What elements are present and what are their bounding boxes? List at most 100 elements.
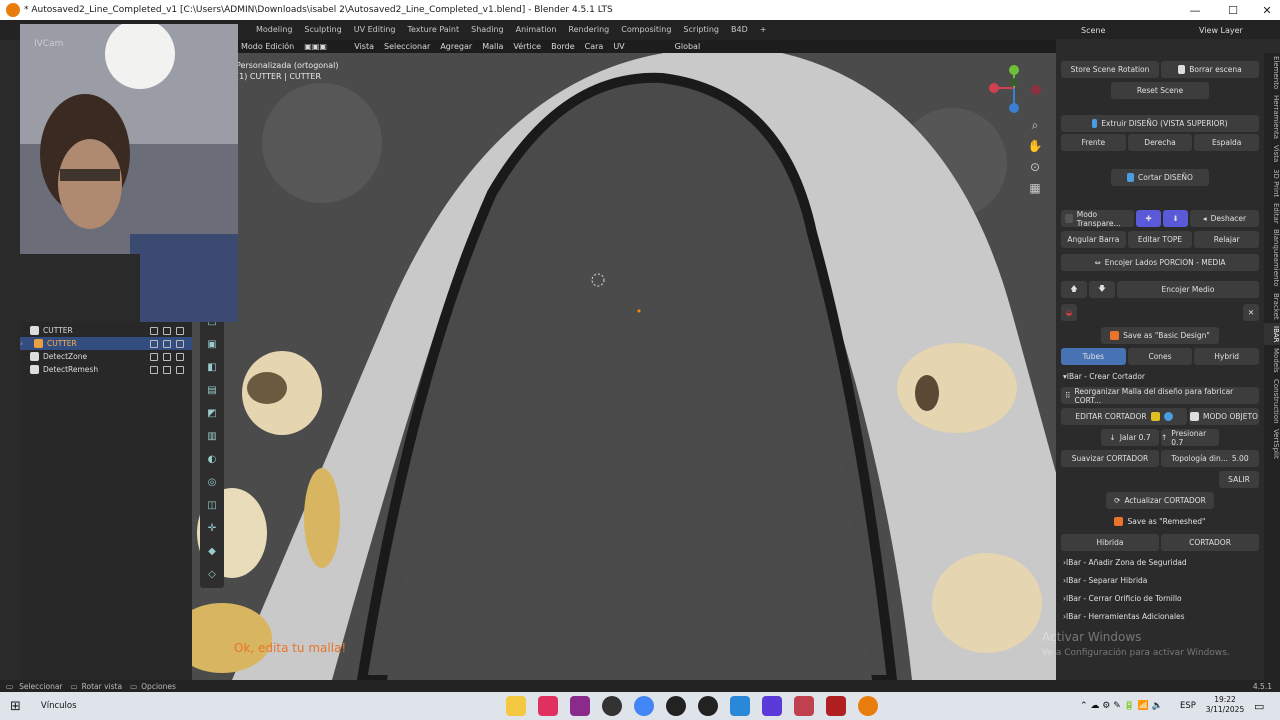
modo-transparente-toggle[interactable]: Modo Transpare... [1061, 210, 1134, 228]
checkbox-icon[interactable] [150, 352, 158, 361]
tab-herramienta[interactable]: Herramienta [1264, 92, 1280, 142]
workspace-tab[interactable]: B4D [725, 20, 754, 40]
menu-vista[interactable]: Vista [349, 42, 379, 51]
view-layer-selector[interactable]: View Layer [1199, 26, 1243, 35]
file-explorer-icon[interactable] [506, 696, 526, 716]
tab-editar[interactable]: Editar [1264, 200, 1280, 227]
system-tray-icons[interactable]: ⌃ ☁ ⚙ ✎ 🔋 📶 🔈 [1080, 701, 1163, 711]
extruir-button[interactable]: Extruir DISEÑO (VISTA SUPERIOR) [1061, 115, 1259, 132]
arrow-down-icon[interactable]: 🡇 [1089, 281, 1115, 298]
smooth-tool-icon[interactable]: ◫ [202, 495, 222, 515]
outliner-item-selected[interactable]: › CUTTER [20, 337, 192, 350]
scene-selector[interactable]: Scene [1081, 26, 1105, 35]
add-workspace-button[interactable]: + [754, 20, 773, 40]
eye-icon[interactable] [163, 339, 171, 348]
tab-blanqueamiento[interactable]: Blanqueamiento [1264, 226, 1280, 289]
maximize-button[interactable]: ☐ [1216, 0, 1250, 20]
chevron-right-icon[interactable]: › [20, 339, 34, 348]
workspace-tab[interactable]: Rendering [562, 20, 615, 40]
tab-vista[interactable]: Vista [1264, 142, 1280, 165]
app-icon[interactable] [666, 696, 686, 716]
minimize-button[interactable]: — [1178, 0, 1212, 20]
app-icon[interactable] [762, 696, 782, 716]
cube-tool-icon[interactable]: ▣ [202, 334, 222, 354]
notifications-icon[interactable]: ▭ [1254, 700, 1264, 713]
actualizar-cortador-button[interactable]: ⟳ Actualizar CORTADOR [1106, 492, 1214, 509]
tab-vertsplit[interactable]: VertSplit [1264, 426, 1280, 462]
zoom-icon[interactable]: ⌕ [1026, 118, 1044, 136]
reorganizar-button[interactable]: ⠿ Reorganizar Malla del diseño para fabri… [1061, 387, 1259, 405]
borrar-escena-button[interactable]: Borrar escena [1161, 61, 1259, 78]
exo-app-icon[interactable] [570, 696, 590, 716]
crear-cortador-section[interactable]: ▾ IBar - Crear Cortador [1061, 369, 1259, 383]
move-tool-icon[interactable]: ✛ [202, 518, 222, 538]
extrude-tool-icon[interactable]: ◧ [202, 357, 222, 377]
presionar-button[interactable]: ↑ Presionar 0.7 [1161, 429, 1219, 447]
tubes-tab[interactable]: Tubes [1061, 348, 1126, 365]
espalda-button[interactable]: Espalda [1194, 134, 1260, 151]
editar-tope-button[interactable]: Editar TOPE [1127, 231, 1193, 248]
encojer-medio-button[interactable]: Encojer Medio [1117, 281, 1259, 298]
chrome-icon[interactable] [634, 696, 654, 716]
loopcut-tool-icon[interactable]: ▥ [202, 426, 222, 446]
app-icon[interactable] [698, 696, 718, 716]
section-header[interactable]: › IBar - Separar Hibrida [1061, 573, 1259, 587]
workspace-tab[interactable]: Compositing [615, 20, 677, 40]
tab-models[interactable]: Models [1264, 345, 1280, 376]
cortar-diseno-button[interactable]: Cortar DISEÑO [1111, 169, 1209, 186]
app-icon[interactable] [730, 696, 750, 716]
camera-icon[interactable] [176, 352, 184, 361]
blender-icon[interactable] [858, 696, 878, 716]
topologia-field[interactable]: Topología din... 5.00 [1161, 450, 1259, 467]
checkbox-icon[interactable] [150, 365, 158, 374]
deshacer-button[interactable]: ◂ Deshacer [1190, 210, 1259, 227]
eye-icon[interactable] [163, 326, 171, 335]
section-header[interactable]: › IBar - Herramientas Adicionales [1061, 609, 1259, 623]
workspace-tab[interactable]: Modeling [250, 20, 298, 40]
orientation-selector[interactable]: Global [670, 42, 706, 51]
outliner-item[interactable]: DetectRemesh [20, 363, 192, 376]
relajar-button[interactable]: Relajar [1194, 231, 1260, 248]
menu-borde[interactable]: Borde [546, 42, 580, 51]
save-remeshed-button[interactable]: Save as "Remeshed" [1106, 513, 1214, 530]
store-scene-rotation-button[interactable]: Store Scene Rotation [1061, 61, 1159, 78]
reset-scene-button[interactable]: Reset Scene [1111, 82, 1209, 99]
jalar-button[interactable]: ↓ Jalar 0.7 [1101, 429, 1159, 446]
editar-cortador-button[interactable]: EDITAR CORTADOR [1061, 408, 1187, 425]
outliner-item[interactable]: CUTTER [20, 324, 192, 337]
pan-hand-icon[interactable]: ✋ [1026, 139, 1044, 157]
angular-barra-button[interactable]: Angular Barra [1061, 231, 1126, 248]
suavizar-cortador-button[interactable]: Suavizar CORTADOR [1061, 450, 1159, 467]
tab-3d-print[interactable]: 3D Print [1264, 166, 1280, 200]
menu-malla[interactable]: Malla [477, 42, 508, 51]
inset-tool-icon[interactable]: ▤ [202, 380, 222, 400]
language-indicator[interactable]: ESP [1180, 701, 1196, 711]
workspace-tab[interactable]: Animation [510, 20, 563, 40]
taskbar-links[interactable]: Vínculos [41, 701, 77, 711]
menu-cara[interactable]: Cara [580, 42, 609, 51]
encojer-lados-button[interactable]: ⇔ Encojer Lados PORCION - MEDIA [1061, 254, 1259, 271]
save-basic-design-button[interactable]: Save as "Basic Design" [1101, 327, 1219, 344]
select-mode-icons[interactable]: ▣▣▣ [299, 42, 349, 51]
axis-gizmo[interactable] [986, 60, 1042, 116]
spin-tool-icon[interactable]: ◎ [202, 472, 222, 492]
tab-ibar[interactable]: IBAR [1264, 322, 1280, 346]
camera-icon[interactable]: ⊙ [1026, 160, 1044, 178]
hybrid-tab[interactable]: Hybrid [1194, 348, 1260, 365]
magnet-icon[interactable]: ◒ [1061, 304, 1077, 321]
workspace-tab[interactable]: UV Editing [348, 20, 402, 40]
taskbar-clock[interactable]: 19:22 3/11/2025 [1202, 695, 1248, 715]
bevel-tool-icon[interactable]: ◩ [202, 403, 222, 423]
menu-agregar[interactable]: Agregar [435, 42, 477, 51]
hibrida-tab[interactable]: Hibrida [1061, 534, 1159, 551]
3d-viewport[interactable] [192, 53, 1056, 680]
knife-tool-icon[interactable]: ◐ [202, 449, 222, 469]
close-button[interactable]: ✕ [1250, 0, 1280, 20]
tiktok-icon[interactable] [538, 696, 558, 716]
salir-button[interactable]: SALIR [1219, 471, 1259, 488]
cad-app-icon[interactable] [794, 696, 814, 716]
workspace-tab[interactable]: Sculpting [298, 20, 347, 40]
workspace-tab[interactable]: Scripting [677, 20, 725, 40]
workspace-tab[interactable]: Texture Paint [401, 20, 465, 40]
checkbox-icon[interactable] [150, 326, 158, 335]
